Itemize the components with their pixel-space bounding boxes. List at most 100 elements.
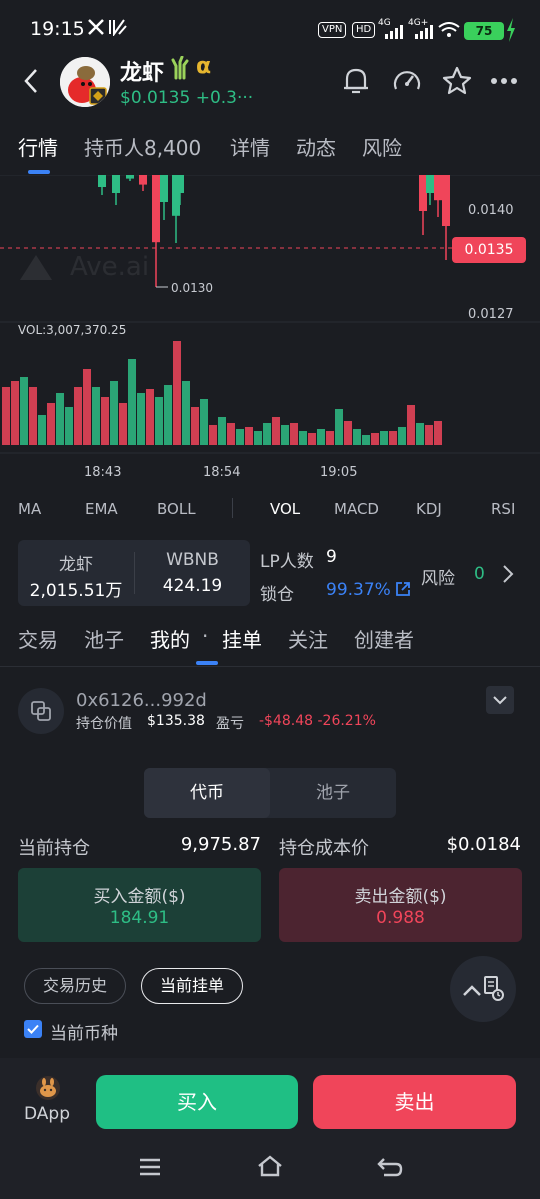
- volume-bar: [101, 397, 109, 445]
- volume-bar: [263, 423, 271, 445]
- segment-pool[interactable]: 池子: [270, 768, 396, 818]
- token-a-name: 龙虾: [59, 555, 93, 575]
- volume-bar: [416, 423, 424, 445]
- price-chart[interactable]: Ave.ai 0.0140 0.0127 0.0130 VOL:3,007,37…: [0, 174, 540, 495]
- bell-icon[interactable]: [340, 64, 372, 98]
- tab-market[interactable]: 行情: [18, 132, 58, 161]
- volume-bar: [92, 387, 100, 445]
- volume-bar: [407, 405, 415, 445]
- current-position-label: 当前持仓: [18, 838, 90, 859]
- gauge-icon[interactable]: [390, 64, 424, 98]
- volume-bar: [20, 377, 28, 445]
- buy-button[interactable]: 买入: [96, 1075, 298, 1129]
- indicator-rsi[interactable]: RSI: [491, 500, 515, 518]
- low-price-label: 0.0130: [171, 281, 213, 295]
- subtab-separator: ·: [202, 624, 209, 648]
- token-avatar: [60, 57, 110, 107]
- lp-label: LP人数: [260, 552, 314, 572]
- candle-body: [426, 175, 434, 193]
- external-link-icon[interactable]: [395, 581, 411, 601]
- wallet-address[interactable]: 0x6126...992d: [76, 690, 207, 711]
- asset-segment-control: 代币 池子: [144, 768, 396, 818]
- scroll-top-fab[interactable]: [450, 956, 516, 1022]
- volume-bar: [398, 427, 406, 445]
- subtab-orders[interactable]: 挂单: [222, 624, 262, 653]
- chevron-down-icon[interactable]: [486, 686, 514, 714]
- dapp-label[interactable]: DApp: [24, 1104, 70, 1124]
- indicator-vol[interactable]: VOL: [270, 500, 300, 518]
- candle-body: [126, 175, 134, 179]
- tab-holders[interactable]: 持币人8,400: [84, 132, 201, 161]
- wallet-copy-icon[interactable]: [18, 688, 64, 734]
- chevron-right-icon[interactable]: [502, 564, 514, 588]
- trade-history-button[interactable]: 交易历史: [24, 968, 126, 1004]
- volume-bar: [146, 389, 154, 445]
- subtab-creator[interactable]: 创建者: [354, 624, 414, 653]
- tab-risk[interactable]: 风险: [362, 132, 402, 161]
- home-nav-icon[interactable]: [256, 1154, 284, 1182]
- sell-amount-label: 卖出金额($): [354, 887, 447, 907]
- volume-bar: [56, 393, 64, 445]
- subtab-pools[interactable]: 池子: [84, 624, 124, 653]
- dapp-icon[interactable]: [35, 1075, 61, 1105]
- back-nav-icon[interactable]: [376, 1156, 404, 1182]
- indicator-boll[interactable]: BOLL: [157, 500, 196, 518]
- star-icon[interactable]: [440, 64, 474, 98]
- risk-label[interactable]: 风险: [421, 564, 455, 589]
- candle-body: [112, 175, 120, 193]
- volume-bar: [173, 341, 181, 445]
- hold-value-label: 持仓价值: [76, 716, 132, 732]
- candle-body: [442, 175, 450, 226]
- signal-icon-2: [414, 24, 434, 43]
- volume-bar: [380, 431, 388, 445]
- volume-bar: [182, 381, 190, 445]
- indicator-macd[interactable]: MACD: [334, 500, 379, 518]
- volume-bar: [308, 433, 316, 445]
- more-icon[interactable]: [488, 68, 520, 94]
- volume-bar: [209, 425, 217, 445]
- buy-amount-label: 买入金额($): [93, 887, 186, 907]
- candlesticks: [98, 175, 450, 287]
- indicator-ema[interactable]: EMA: [85, 500, 118, 518]
- menu-nav-icon[interactable]: [138, 1157, 162, 1181]
- open-orders-button[interactable]: 当前挂单: [141, 968, 243, 1004]
- current-token-checkbox[interactable]: [24, 1020, 42, 1038]
- subtab-watch[interactable]: 关注: [288, 624, 328, 653]
- volume-bar: [38, 415, 46, 445]
- subtab-trades[interactable]: 交易: [18, 624, 58, 653]
- status-bar: 19:15 VPN HD 4G 4G+ 75: [0, 0, 540, 58]
- price-tick-high: 0.0140: [468, 203, 514, 218]
- lock-percent[interactable]: 99.37%: [326, 580, 391, 600]
- buy-amount-value: 184.91: [109, 908, 170, 928]
- tab-activity[interactable]: 动态: [296, 132, 336, 161]
- back-icon[interactable]: [18, 66, 44, 96]
- volume-bar: [110, 381, 118, 445]
- token-name: 龙虾: [120, 61, 165, 86]
- volume-bar: [74, 387, 82, 445]
- x-icon: [86, 17, 106, 41]
- cost-price-label: 持仓成本价: [279, 838, 369, 859]
- subtab-mine[interactable]: 我的: [150, 624, 190, 653]
- volume-bar: [425, 425, 433, 445]
- watermark-logo: [20, 255, 52, 280]
- risk-count[interactable]: 0: [474, 564, 485, 584]
- volume-bar: [200, 399, 208, 445]
- volume-bar: [155, 397, 163, 445]
- divider: [0, 666, 540, 667]
- indicator-divider: [232, 498, 233, 518]
- tab-details[interactable]: 详情: [230, 132, 270, 161]
- volume-bar: [164, 385, 172, 445]
- sell-button[interactable]: 卖出: [313, 1075, 516, 1129]
- volume-bar: [128, 359, 136, 445]
- current-token-label[interactable]: 当前币种: [50, 1019, 118, 1044]
- price-change: +0.3···: [195, 88, 254, 108]
- token-b-name: WBNB: [166, 550, 219, 570]
- subtab-indicator: [196, 661, 218, 665]
- indicator-ma[interactable]: MA: [18, 500, 41, 518]
- segment-token[interactable]: 代币: [144, 768, 270, 818]
- volume-bar: [389, 431, 397, 445]
- verified-hand-icon: [170, 55, 190, 84]
- volume-bar: [353, 429, 361, 445]
- buy-amount-box: 买入金额($) 184.91: [18, 868, 261, 942]
- indicator-kdj[interactable]: KDJ: [416, 500, 442, 518]
